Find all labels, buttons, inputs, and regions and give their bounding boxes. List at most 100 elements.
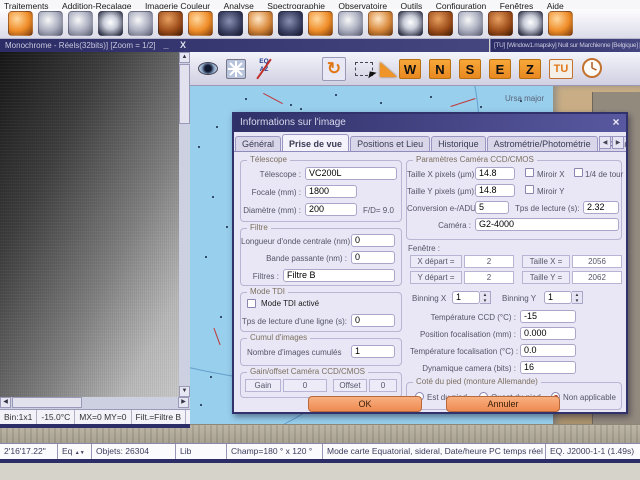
vertical-scroll-thumb[interactable] — [179, 64, 190, 124]
focale-input[interactable]: 1800 — [305, 185, 357, 198]
nombre-images-input[interactable]: 1 — [351, 345, 395, 358]
miroir-x-checkbox[interactable] — [525, 168, 534, 177]
menu-outils[interactable]: Outils — [401, 1, 423, 9]
compass-zenith-button[interactable]: Z — [519, 59, 541, 79]
tab-historique[interactable]: Historique — [431, 136, 486, 151]
binning-y-stepper[interactable]: ▲▼ — [572, 291, 583, 304]
compass-north-button[interactable]: N — [429, 59, 451, 79]
mirror-cell-icon[interactable] — [158, 11, 183, 36]
menu-fenetres[interactable]: Fenêtres — [500, 1, 534, 9]
tab-scroll-left[interactable]: ◀ — [599, 136, 611, 149]
universal-time-button[interactable]: TU — [549, 59, 573, 79]
eye-icon[interactable] — [198, 62, 218, 75]
binning-x-stepper[interactable]: ▲▼ — [480, 291, 491, 304]
clock-icon[interactable] — [581, 57, 603, 84]
cancel-button[interactable]: Annuler — [446, 396, 560, 412]
telescope-tube-icon[interactable] — [248, 11, 273, 36]
tab-prise-de-vue[interactable]: Prise de vue — [282, 134, 349, 152]
tab-positions-et-lieu[interactable]: Positions et Lieu — [350, 136, 430, 151]
telescope-group: Télescope Télescope : VC200L Focale (mm)… — [240, 160, 402, 222]
horizontal-scroll-thumb[interactable] — [12, 397, 82, 408]
clamp-icon[interactable] — [428, 11, 453, 36]
pier-mount-icon[interactable] — [278, 11, 303, 36]
bande-passante-input[interactable]: 0 — [351, 251, 395, 264]
rotate-field-icon[interactable]: ↻ — [322, 57, 346, 81]
scroll-left-button[interactable]: ◀ — [0, 397, 11, 408]
application-window: Traitements Addition-Recalage Imagerie C… — [0, 0, 640, 480]
coordinates-status: 2'16'17.22" — [0, 444, 58, 460]
magnifier-icon[interactable] — [38, 11, 63, 36]
menu-imagerie-couleur[interactable]: Imagerie Couleur — [145, 1, 210, 9]
copper-mirror-icon[interactable] — [368, 11, 393, 36]
binning-x-input[interactable]: 1 — [452, 291, 480, 304]
camera-input[interactable]: G2-4000 — [475, 218, 619, 231]
miroir-y-checkbox[interactable] — [525, 185, 534, 194]
binning-y-input[interactable]: 1 — [544, 291, 572, 304]
window-frame-icon[interactable] — [518, 11, 543, 36]
temp-focalisation-input[interactable]: 0.0 — [520, 344, 576, 357]
taille-y-input[interactable]: 14.8 — [475, 184, 515, 197]
scroll-down-button[interactable]: ▼ — [179, 386, 190, 397]
eq-stepper-arrows[interactable]: ▲▼ — [75, 450, 85, 456]
tab-scroll-right[interactable]: ▶ — [612, 136, 624, 149]
eq-az-toggle-icon[interactable]: EQ AZ — [254, 58, 274, 80]
tps-lecture-label: Tps de lecture (s): — [515, 204, 579, 213]
compass-west-button[interactable]: W — [399, 59, 421, 79]
compass-east-button[interactable]: E — [489, 59, 511, 79]
camera-icon[interactable] — [218, 11, 243, 36]
observatory-chair-icon[interactable] — [488, 11, 513, 36]
scroll-right-button[interactable]: ▶ — [178, 397, 189, 408]
vertical-scrollbar[interactable]: ▲ ▼ — [179, 52, 190, 397]
gain-value: 0 — [283, 379, 327, 392]
arc-icon[interactable] — [458, 11, 483, 36]
menu-addition-recalage[interactable]: Addition-Recalage — [62, 1, 131, 9]
taille-x-input[interactable]: 14.8 — [475, 167, 515, 180]
menu-spectrographie[interactable]: Spectrographie — [267, 1, 325, 9]
temp-ccd-label: Température CCD (°C) : — [410, 313, 516, 322]
conversion-input[interactable]: 5 — [475, 201, 509, 214]
menu-configuration[interactable]: Configuration — [436, 1, 487, 9]
menu-observatoire[interactable]: Observatoire — [338, 1, 387, 9]
selection-rect-icon[interactable] — [355, 62, 373, 76]
longueur-onde-input[interactable]: 0 — [351, 234, 395, 247]
menu-aide[interactable]: Aide — [547, 1, 564, 9]
mode-tdi-checkbox[interactable] — [247, 299, 256, 308]
flame-icon[interactable] — [308, 11, 333, 36]
temp-ccd-input[interactable]: -15 — [520, 310, 576, 323]
lens-icon[interactable] — [8, 11, 33, 36]
dynamique-input[interactable]: 16 — [520, 361, 576, 374]
image-window: ▲ ▼ ◀ ▶ Bin:1x1-15.0°CMX=0 MY=0Filt.=Fil… — [0, 52, 190, 428]
horizontal-scrollbar[interactable]: ◀ ▶ — [0, 397, 190, 409]
menu-analyse[interactable]: Analyse — [224, 1, 254, 9]
diametre-input[interactable]: 200 — [305, 203, 357, 216]
tab-general[interactable]: Général — [235, 136, 281, 151]
eq-mode-spinner[interactable]: Eq ▲▼ — [58, 444, 92, 460]
minimize-button[interactable]: _ — [160, 39, 172, 52]
tps-ligne-input[interactable]: 0 — [351, 314, 395, 327]
close-window-button[interactable]: X — [177, 39, 189, 52]
moon-icon[interactable] — [338, 11, 363, 36]
ok-button[interactable]: OK — [308, 396, 422, 412]
magnifier-star-icon[interactable] — [68, 11, 93, 36]
grid-tiles-icon[interactable] — [226, 59, 246, 79]
dialog-close-button[interactable]: × — [609, 116, 623, 130]
telescope-input[interactable]: VC200L — [305, 167, 397, 180]
planet-icon[interactable] — [548, 11, 573, 36]
set-square-icon[interactable] — [380, 62, 397, 77]
lens-barrel-icon[interactable] — [188, 11, 213, 36]
ccd-frame-icon[interactable] — [98, 11, 123, 36]
quart-tour-checkbox[interactable] — [574, 168, 583, 177]
map-window-title: [TU] [Window1.mapsky] Nuit sur Marchienn… — [494, 42, 640, 49]
menu-traitements[interactable]: Traitements — [4, 1, 49, 9]
filtres-input[interactable]: Filtre B — [283, 269, 395, 282]
pos-focalisation-input[interactable]: 0.000 — [520, 327, 576, 340]
image-canvas[interactable] — [0, 52, 179, 397]
gain-offset-group: Gain/offset Caméra CCD/CMOS Gain 0 Offse… — [240, 372, 402, 398]
noise-frame-icon[interactable] — [398, 11, 423, 36]
compass-south-button[interactable]: S — [459, 59, 481, 79]
scroll-up-button[interactable]: ▲ — [179, 52, 190, 63]
offset-label: Offset — [333, 379, 367, 392]
fan-icon[interactable] — [128, 11, 153, 36]
tps-lecture-input[interactable]: 2.32 — [583, 201, 619, 214]
tab-astrometrie[interactable]: Astrométrie/Photométrie — [487, 136, 598, 151]
